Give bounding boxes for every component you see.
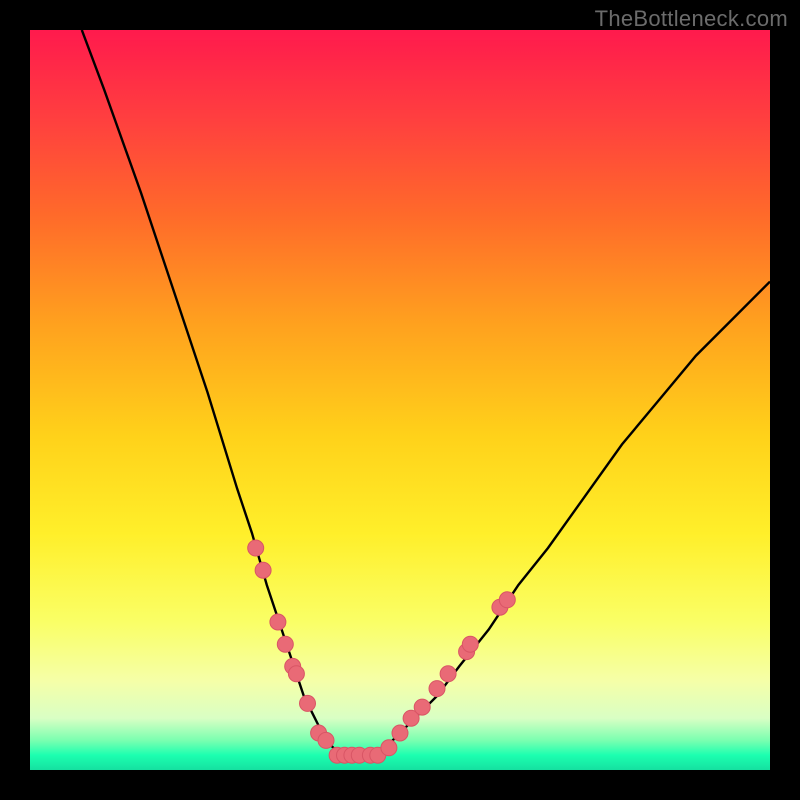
curve-marker [277,636,293,652]
curve-marker [381,740,397,756]
curve-marker [248,540,264,556]
curve-marker [255,562,271,578]
curve-marker [392,725,408,741]
chart-root: TheBottleneck.com [0,0,800,800]
curve-markers [248,540,516,763]
curve-marker [429,681,445,697]
curve-marker [318,732,334,748]
curve-marker [414,699,430,715]
curve-marker [288,666,304,682]
bottleneck-curve [82,30,770,755]
curve-marker [300,695,316,711]
watermark-text: TheBottleneck.com [595,6,788,32]
curve-layer [30,30,770,770]
curve-marker [499,592,515,608]
plot-area [30,30,770,770]
curve-marker [440,666,456,682]
curve-marker [462,636,478,652]
curve-marker [270,614,286,630]
